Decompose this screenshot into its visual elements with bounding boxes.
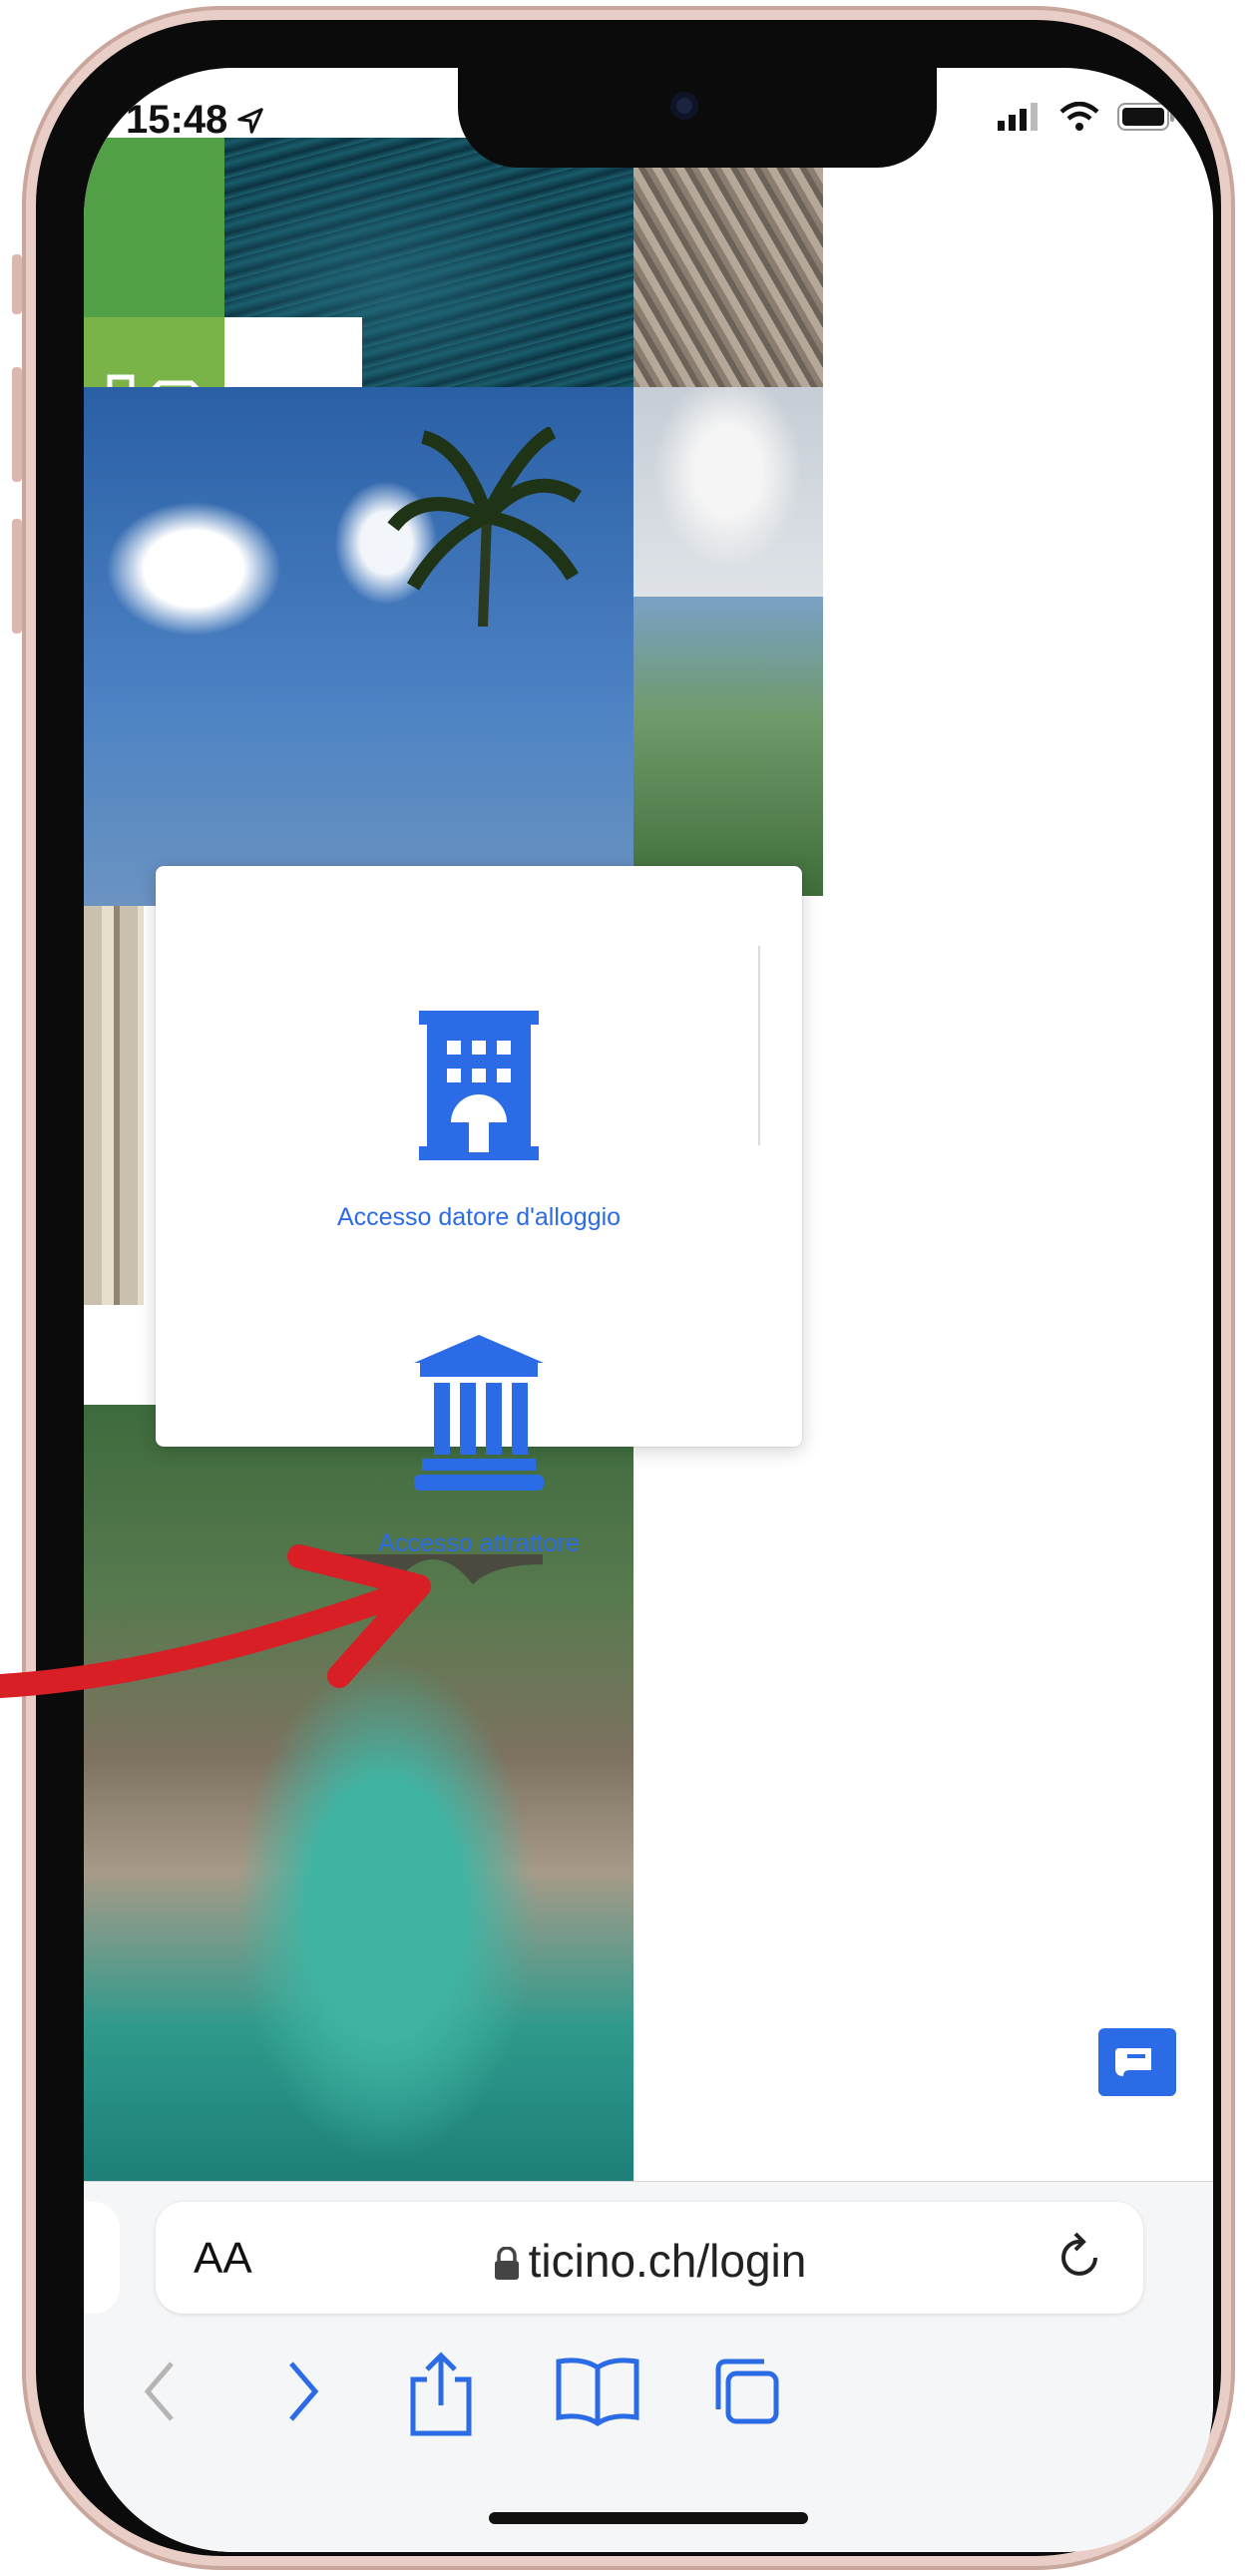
volume-down-button [12,519,22,634]
mosaic-tile-white-bottom [633,1465,823,2183]
battery-icon [1117,103,1174,131]
phone-frame: 15:48 Accesso datore d'alloggio Accesso … [22,6,1235,2570]
annotation-arrow [0,1544,431,1698]
safari-nav-row [84,2352,1213,2451]
chat-icon [1115,2048,1151,2076]
home-indicator [489,2512,808,2524]
volume-up-button [12,367,22,482]
status-icons [998,102,1175,132]
museum-icon [414,1335,544,1491]
tabs-icon [715,2359,779,2424]
forward-icon [289,2361,319,2421]
mosaic-tile-palm [84,387,633,906]
url-text: ticino.ch/login [528,2235,807,2287]
back-icon [144,2361,174,2421]
safari-toolbar: AA ticino.ch/login [84,2181,1213,2552]
notch [458,68,937,168]
building-icon [419,1011,539,1160]
mute-switch [12,254,22,314]
back-button[interactable] [130,2352,190,2436]
login-choice-card: Accesso datore d'alloggio Accesso attrat… [156,866,802,1557]
signal-icon [998,103,1038,131]
location-arrow-icon [237,107,264,134]
mosaic-tile-valley [633,597,823,896]
mosaic-tile-funicular [633,138,823,387]
host-login-option[interactable]: Accesso datore d'alloggio [156,1011,802,1232]
address-bar[interactable]: AA ticino.ch/login [156,2202,1143,2314]
attraction-login-option[interactable]: Accesso attrattore [156,1335,802,1558]
wifi-icon [1059,102,1099,131]
url-display: ticino.ch/login [156,2234,1143,2288]
phone-bezel: 15:48 Accesso datore d'alloggio Accesso … [36,20,1221,2556]
share-icon [410,2352,472,2436]
reload-button[interactable] [1051,2228,1107,2293]
host-login-label: Accesso datore d'alloggio [336,1203,622,1231]
reload-icon [1061,2232,1097,2276]
status-time: 15:48 [126,98,265,143]
mosaic-tile-town [84,906,144,1305]
palm-tree [387,427,582,627]
bookmarks-button[interactable] [553,2352,642,2436]
tabs-button[interactable] [706,2352,786,2442]
phone-screen: 15:48 Accesso datore d'alloggio Accesso … [84,68,1213,2552]
bookmarks-icon [556,2358,639,2427]
front-camera [670,92,698,120]
forward-button[interactable] [273,2352,333,2436]
previous-tab-peek[interactable] [84,2202,120,2314]
mosaic-tile-clouds [633,387,823,597]
share-button[interactable] [401,2352,481,2442]
mosaic-tile-green [84,138,224,317]
chat-button[interactable] [1098,2028,1176,2096]
status-time-text: 15:48 [126,98,228,142]
lock-icon [494,2246,519,2280]
